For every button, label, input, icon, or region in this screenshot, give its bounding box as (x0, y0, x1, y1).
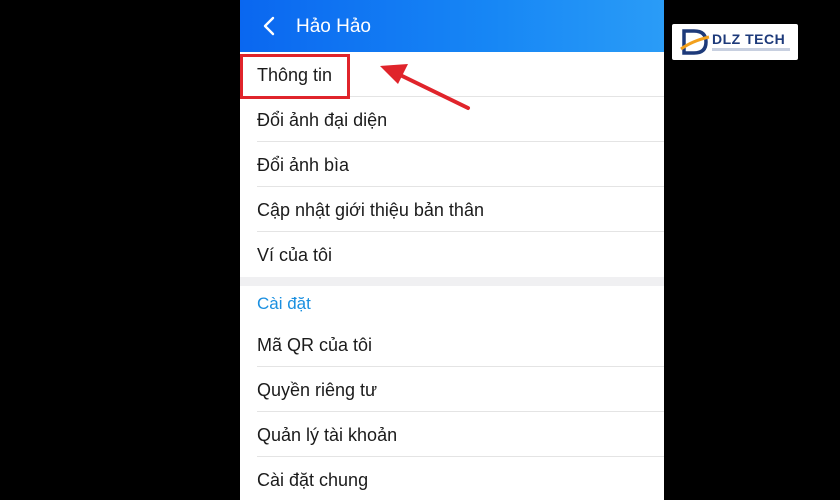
settings-section-title: Cài đặt (257, 294, 311, 313)
settings-item-cai-dat-chung[interactable]: Cài đặt chung (240, 457, 664, 500)
settings-item-label: Quyền riêng tư (257, 380, 378, 400)
menu-item-cap-nhat-gioi-thieu[interactable]: Cập nhật giới thiệu bản thân (240, 187, 664, 232)
settings-item-ma-qr[interactable]: Mã QR của tôi (240, 322, 664, 367)
menu-item-vi-cua-toi[interactable]: Ví của tôi (240, 232, 664, 277)
dlz-logo-mark-icon (680, 29, 710, 55)
settings-item-quan-ly-tai-khoan[interactable]: Quản lý tài khoản (240, 412, 664, 457)
menu-item-label: Cập nhật giới thiệu bản thân (257, 200, 484, 220)
settings-item-label: Quản lý tài khoản (257, 425, 398, 445)
menu-item-label: Ví của tôi (257, 245, 333, 265)
menu-item-doi-anh-bia[interactable]: Đổi ảnh bìa (240, 142, 664, 187)
chevron-left-icon[interactable] (260, 16, 280, 36)
settings-item-label: Mã QR của tôi (257, 335, 373, 355)
settings-item-quyen-rieng-tu[interactable]: Quyền riêng tư (240, 367, 664, 412)
dlz-tech-logo: DLZ TECH (672, 24, 798, 60)
logo-text: DLZ TECH (712, 31, 786, 47)
app-header: Hảo Hảo (240, 0, 664, 52)
menu-item-label: Đổi ảnh đại diện (257, 110, 388, 130)
menu-item-label: Đổi ảnh bìa (257, 155, 350, 175)
logo-tagline-bar (712, 48, 790, 51)
red-arrow-pointer (380, 64, 470, 110)
settings-item-label: Cài đặt chung (257, 470, 369, 490)
header-title: Hảo Hảo (296, 16, 371, 37)
section-separator (240, 277, 664, 286)
highlight-box (240, 54, 350, 99)
